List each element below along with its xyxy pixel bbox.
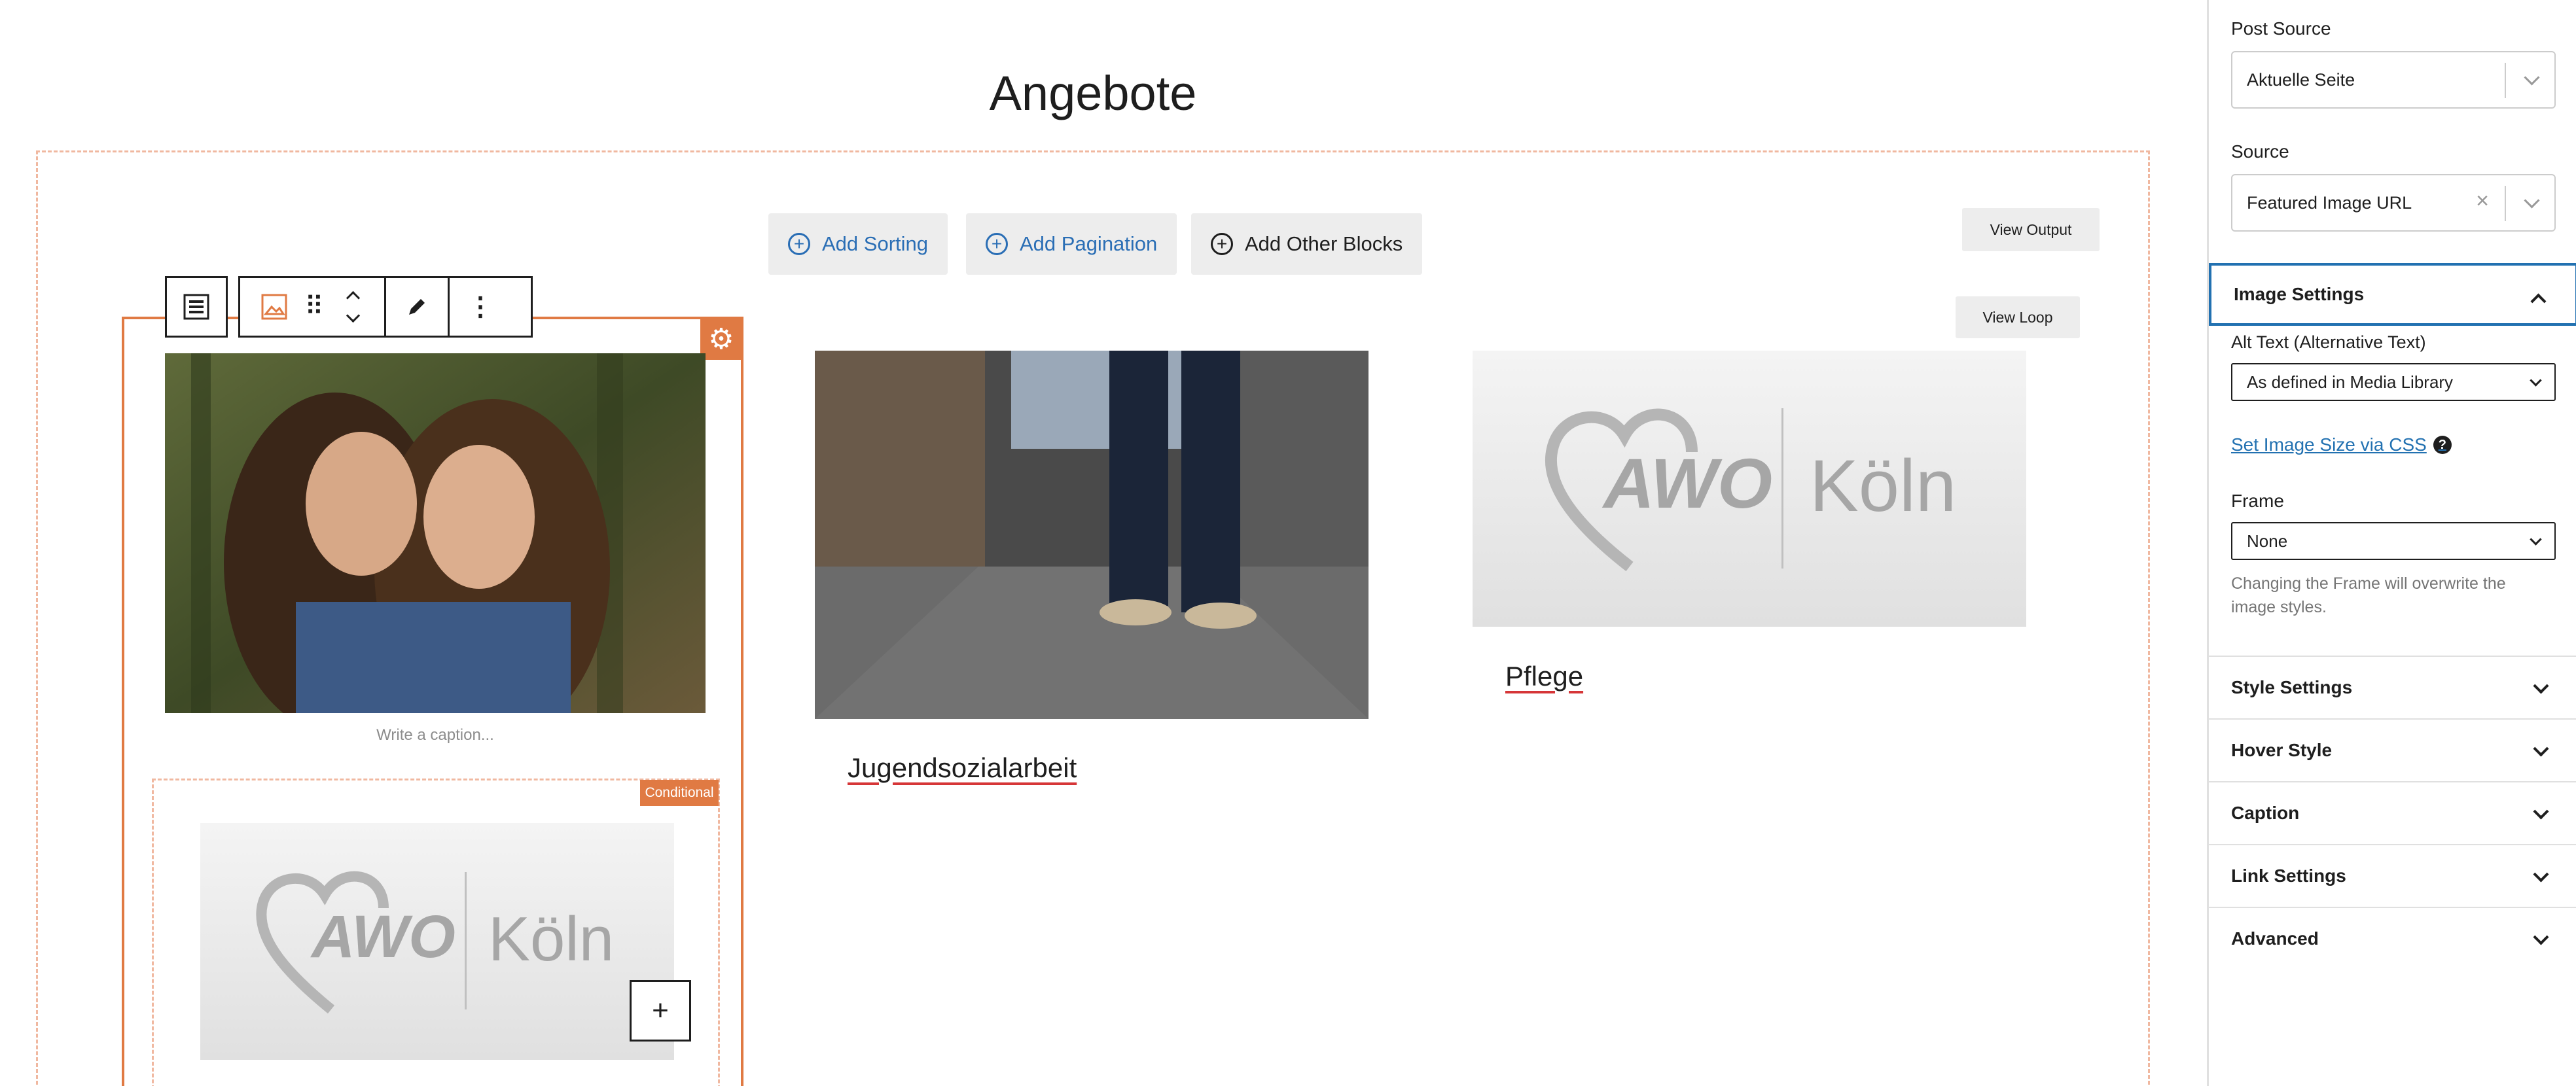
plus-circle-icon: + [986,233,1008,255]
source-select[interactable]: Featured Image URL × [2231,174,2556,232]
chevron-down-icon[interactable] [2524,192,2540,209]
select-parent-button[interactable] [167,278,226,336]
chevron-up-icon [2530,293,2547,309]
gear-icon[interactable]: ⚙ [700,318,742,360]
awo-logo-image: AWO Köln [1545,408,1956,572]
logo-brand-text: AWO [310,903,456,970]
featured-image-street[interactable] [815,351,1368,719]
awo-logo-placeholder[interactable]: AWO Köln [1473,351,2026,627]
image-icon [261,294,287,320]
photo-street-image [815,351,1368,719]
source-value: Featured Image URL [2247,192,2412,213]
add-pagination-button[interactable]: + Add Pagination [966,213,1177,275]
page-title[interactable]: Angebote [0,65,2186,121]
chevron-down-icon[interactable] [346,308,360,323]
frame-label: Frame [2231,491,2284,511]
chevron-down-icon[interactable] [2524,69,2540,86]
pencil-icon [409,299,425,315]
caption-title: Caption [2231,803,2300,823]
move-up-down-control[interactable] [333,278,372,336]
view-loop-button[interactable]: View Loop [1956,296,2080,338]
plus-circle-icon: + [788,233,810,255]
alt-text-value: As defined in Media Library [2247,372,2454,392]
caption-panel-toggle[interactable]: Caption [2209,781,2576,844]
plus-circle-icon: + [1211,233,1233,255]
add-sorting-label: Add Sorting [822,232,928,255]
chevron-down-icon [2530,374,2542,387]
view-output-button[interactable]: View Output [1962,208,2100,251]
post-title-link[interactable]: Jugendsozialarbeit [848,752,1077,784]
drag-handle-icon[interactable]: ⠿ [294,278,333,336]
link-settings-panel-toggle[interactable]: Link Settings [2209,844,2576,907]
caption-input[interactable]: Write a caption... [165,726,706,744]
add-other-blocks-button[interactable]: + Add Other Blocks [1191,213,1423,275]
frame-value: None [2247,531,2288,551]
post-source-value: Aktuelle Seite [2247,69,2355,90]
clear-icon[interactable]: × [2476,188,2489,214]
block-parent-toolbar [165,276,228,338]
frame-select[interactable]: None [2231,522,2556,560]
alt-text-label: Alt Text (Alternative Text) [2231,332,2426,352]
post-source-label: Post Source [2231,18,2331,39]
select-divider [2505,186,2506,221]
chevron-up-icon[interactable] [346,290,360,306]
photo-girls-image [165,353,706,713]
hover-style-title: Hover Style [2231,740,2333,760]
chevron-down-icon [2533,803,2549,820]
style-settings-title: Style Settings [2231,677,2353,697]
hover-style-panel-toggle[interactable]: Hover Style [2209,718,2576,781]
alt-text-select[interactable]: As defined in Media Library [2231,363,2556,401]
select-divider [2505,63,2506,98]
chevron-down-icon [2533,866,2549,883]
chevron-down-icon [2530,533,2542,546]
link-settings-title: Link Settings [2231,866,2346,886]
parent-block-icon [183,294,209,320]
add-sorting-button[interactable]: + Add Sorting [768,213,948,275]
awo-logo-placeholder[interactable]: AWO Köln [200,823,674,1060]
add-other-blocks-label: Add Other Blocks [1245,232,1403,255]
add-block-button[interactable]: + [630,980,691,1042]
frame-help-text: Changing the Frame will overwrite the im… [2231,574,2506,616]
help-icon[interactable]: ? [2433,436,2452,454]
more-options-icon[interactable]: ⋮ [450,278,511,336]
block-settings-sidebar: Post Source Aktuelle Seite Source Featur… [2207,0,2576,1086]
image-size-css-link[interactable]: Set Image Size via CSS ? [2231,434,2452,455]
source-label: Source [2231,141,2289,162]
image-settings-title: Image Settings [2234,284,2365,304]
image-settings-panel-toggle[interactable]: Image Settings [2209,263,2576,326]
post-title-link[interactable]: Pflege [1505,661,1583,692]
add-pagination-label: Add Pagination [1020,232,1158,255]
style-settings-panel-toggle[interactable]: Style Settings [2209,656,2576,718]
featured-image-girls[interactable] [165,353,706,713]
post-source-select[interactable]: Aktuelle Seite [2231,51,2556,109]
awo-logo-image: AWO Köln [256,871,614,1014]
logo-brand-text: AWO [1601,444,1772,523]
advanced-panel-toggle[interactable]: Advanced [2209,907,2576,970]
editor-canvas: Angebote + Add Sorting + Add Pagination … [0,0,2207,1086]
chevron-down-icon [2533,929,2549,945]
chevron-down-icon [2533,678,2549,694]
block-toolbar: ⠿ ⋮ [238,276,533,338]
edit-button[interactable] [386,278,448,336]
image-block-button[interactable] [255,278,294,336]
conditional-badge: Conditional [640,780,719,806]
image-size-css-link-text[interactable]: Set Image Size via CSS [2231,434,2427,455]
advanced-title: Advanced [2231,928,2319,949]
logo-city-text: Köln [488,904,614,974]
chevron-down-icon [2533,741,2549,757]
logo-city-text: Köln [1810,445,1956,527]
